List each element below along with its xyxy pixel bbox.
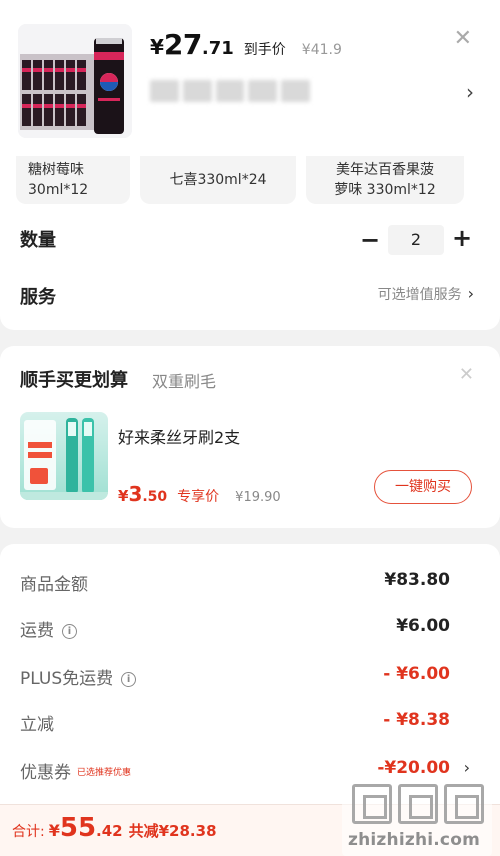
plus-label-wrap: PLUS免运费 i [20, 664, 137, 689]
variant-label: 美年达百香果菠 萝味 330ml*12 [334, 162, 436, 198]
info-icon[interactable]: i [62, 624, 77, 639]
shipping-label-wrap: 运费 i [20, 616, 77, 641]
price-tag: 到手价 [243, 42, 286, 58]
price-decimal: .71 [201, 38, 234, 59]
total-integer: 55 [59, 813, 97, 843]
goods-amount-label: 商品金额 [20, 575, 88, 595]
plus-free-shipping-value: - ¥6.00 [383, 664, 450, 684]
site-watermark: zhizhizhi.com [342, 780, 492, 856]
order-total: 合计: ¥ 55 .42 共减¥28.38 [12, 813, 217, 843]
price-symbol: ¥ [150, 35, 164, 59]
price-integer: 27 [163, 28, 202, 61]
product-card: ¥ 27 .71 到手价 ¥41.9 ✕ › 糖树莓味 30ml*12 七喜33… [0, 0, 500, 330]
variant-list: 糖树莓味 30ml*12 七喜330ml*24 美年达百香果菠 萝味 330ml… [16, 156, 486, 204]
close-icon[interactable]: ✕ [454, 28, 472, 50]
coupon-label-wrap: 优惠券 已选推荐优惠 [20, 758, 131, 783]
watermark-logo [352, 784, 484, 824]
recommendation-price: ¥ 3 .50 专享价 ¥19.90 [118, 482, 281, 506]
chevron-right-icon: › [467, 284, 474, 303]
recommendation-item-name[interactable]: 好来柔丝牙刷2支 [118, 424, 240, 448]
service-value: 可选增值服务 [377, 287, 462, 303]
total-decimal: .42 [96, 822, 123, 840]
variant-option[interactable]: 美年达百香果菠 萝味 330ml*12 [306, 156, 464, 204]
recommendation-thumbnail[interactable] [20, 412, 108, 500]
recommendation-subtitle: 双重刷毛 [152, 372, 217, 391]
service-label: 服务 [20, 287, 56, 308]
price-integer: 3 [128, 482, 143, 506]
shipping-value: ¥6.00 [396, 616, 450, 636]
original-price: ¥41.9 [301, 42, 342, 58]
instant-discount-label: 立减 [20, 715, 54, 735]
price-decimal: .50 [142, 489, 168, 505]
variant-label: 七喜330ml*24 [169, 172, 267, 188]
total-label: 合计: [12, 824, 45, 840]
shipping-row: 运费 i ¥6.00 [20, 616, 480, 641]
info-icon[interactable]: i [121, 672, 137, 687]
original-price: ¥19.90 [235, 490, 281, 505]
variant-option[interactable]: 糖树莓味 30ml*12 [16, 156, 130, 204]
price-tag: 专享价 [177, 489, 220, 505]
coupon-value: -¥20.00 [377, 758, 450, 778]
product-price: ¥ 27 .71 到手价 ¥41.9 [150, 28, 342, 61]
variant-option[interactable]: 七喜330ml*24 [140, 156, 296, 204]
plus-free-shipping-label: PLUS免运费 [20, 669, 114, 689]
plus-icon[interactable]: + [452, 224, 472, 252]
coupon-row[interactable]: 优惠券 已选推荐优惠 -¥20.00 › [20, 758, 480, 783]
coupon-label: 优惠券 [20, 763, 71, 783]
order-summary-card: 商品金额 ¥83.80 运费 i ¥6.00 PLUS免运费 i - ¥6.00 立… [0, 544, 500, 804]
total-savings: 共减¥28.38 [128, 822, 217, 840]
coupon-recommend-tag: 已选推荐优惠 [77, 768, 132, 778]
recommendation-card: 顺手买更划算 双重刷毛 ✕ 好来柔丝牙刷2支 ¥ 3 .50 专享价 ¥19.9… [0, 346, 500, 528]
plus-free-shipping-row: PLUS免运费 i - ¥6.00 [20, 664, 480, 689]
quantity-input[interactable]: 2 [388, 225, 444, 255]
shipping-label: 运费 [20, 621, 54, 641]
close-icon[interactable]: ✕ [459, 364, 474, 385]
recommendation-title: 顺手买更划算 [20, 370, 128, 391]
blurred-spec-text [150, 80, 310, 102]
service-selector[interactable]: 可选增值服务 › [378, 284, 474, 304]
watermark-text: zhizhizhi.com [348, 830, 481, 850]
one-click-buy-button[interactable]: 一键购买 [374, 470, 472, 504]
instant-discount-value: - ¥8.38 [383, 710, 450, 730]
minus-icon[interactable]: − [360, 226, 380, 254]
quantity-label: 数量 [20, 230, 56, 251]
total-symbol: ¥ [48, 821, 60, 840]
instant-discount-row: 立减 - ¥8.38 [20, 710, 480, 735]
product-thumbnail[interactable] [18, 24, 132, 138]
goods-amount-row: 商品金额 ¥83.80 [20, 570, 480, 595]
chevron-right-icon: › [463, 758, 470, 777]
chevron-right-icon[interactable]: › [466, 80, 474, 104]
price-symbol: ¥ [118, 487, 129, 505]
goods-amount-value: ¥83.80 [384, 570, 450, 590]
variant-label: 糖树莓味 30ml*12 [28, 162, 89, 198]
